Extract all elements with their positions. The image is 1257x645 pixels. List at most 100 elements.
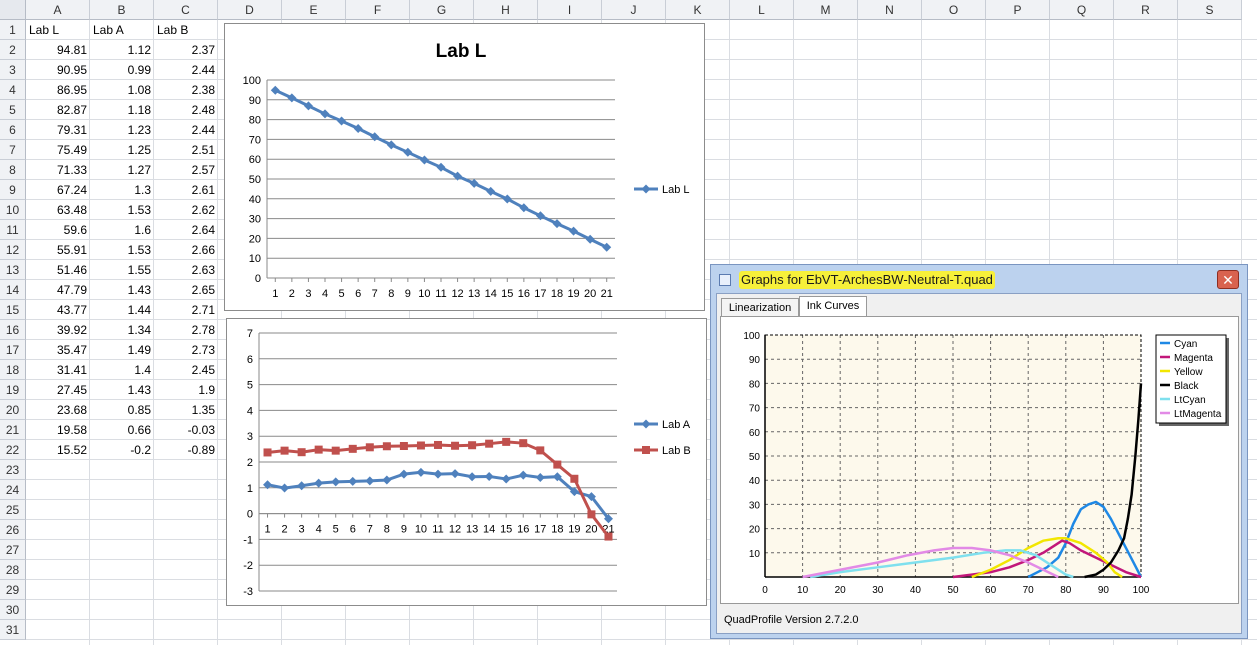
data-cell[interactable]: 1.4 — [90, 360, 154, 380]
data-cell[interactable]: 1.18 — [90, 100, 154, 120]
row-header-8[interactable]: 8 — [0, 160, 26, 180]
data-cell[interactable]: 47.79 — [26, 280, 90, 300]
data-cell[interactable]: 2.63 — [154, 260, 218, 280]
data-cell[interactable]: 1.34 — [90, 320, 154, 340]
column-header-c[interactable]: C — [154, 0, 218, 20]
tab-linearization[interactable]: Linearization — [721, 298, 799, 316]
data-cell[interactable]: 71.33 — [26, 160, 90, 180]
row-header-20[interactable]: 20 — [0, 400, 26, 420]
row-header-12[interactable]: 12 — [0, 240, 26, 260]
lab-ab-chart[interactable]: -3 -2 -1 0 1 2 3 4 5 6 7 1 2 3 4 5 6 7 8 9 10 11 12 13 14 15 16 17 1… — [226, 318, 707, 606]
data-cell[interactable]: 39.92 — [26, 320, 90, 340]
row-header-18[interactable]: 18 — [0, 360, 26, 380]
data-cell[interactable]: 2.48 — [154, 100, 218, 120]
data-cell[interactable]: 94.81 — [26, 40, 90, 60]
data-cell[interactable]: 2.64 — [154, 220, 218, 240]
column-header-r[interactable]: R — [1114, 0, 1178, 20]
row-header-27[interactable]: 27 — [0, 540, 26, 560]
data-cell[interactable]: 63.48 — [26, 200, 90, 220]
data-cell[interactable]: 1.53 — [90, 240, 154, 260]
data-cell[interactable]: 2.65 — [154, 280, 218, 300]
header-cell[interactable]: Lab L — [26, 20, 90, 40]
data-cell[interactable]: 2.73 — [154, 340, 218, 360]
column-header-f[interactable]: F — [346, 0, 410, 20]
data-cell[interactable]: 0.85 — [90, 400, 154, 420]
data-cell[interactable]: 2.44 — [154, 60, 218, 80]
data-cell[interactable]: 0.66 — [90, 420, 154, 440]
row-header-11[interactable]: 11 — [0, 220, 26, 240]
row-header-30[interactable]: 30 — [0, 600, 26, 620]
row-header-7[interactable]: 7 — [0, 140, 26, 160]
data-cell[interactable]: 2.45 — [154, 360, 218, 380]
header-cell[interactable]: Lab B — [154, 20, 218, 40]
row-header-2[interactable]: 2 — [0, 40, 26, 60]
row-header-21[interactable]: 21 — [0, 420, 26, 440]
column-header-l[interactable]: L — [730, 0, 794, 20]
row-header-28[interactable]: 28 — [0, 560, 26, 580]
data-cell[interactable]: 1.12 — [90, 40, 154, 60]
row-header-31[interactable]: 31 — [0, 620, 26, 640]
data-cell[interactable]: 2.51 — [154, 140, 218, 160]
data-cell[interactable]: 23.68 — [26, 400, 90, 420]
data-cell[interactable]: 2.62 — [154, 200, 218, 220]
column-header-m[interactable]: M — [794, 0, 858, 20]
data-cell[interactable]: 79.31 — [26, 120, 90, 140]
column-header-b[interactable]: B — [90, 0, 154, 20]
row-header-3[interactable]: 3 — [0, 60, 26, 80]
row-header-17[interactable]: 17 — [0, 340, 26, 360]
row-header-5[interactable]: 5 — [0, 100, 26, 120]
data-cell[interactable]: 19.58 — [26, 420, 90, 440]
data-cell[interactable]: 1.27 — [90, 160, 154, 180]
data-cell[interactable]: 86.95 — [26, 80, 90, 100]
data-cell[interactable]: 1.53 — [90, 200, 154, 220]
data-cell[interactable]: 1.9 — [154, 380, 218, 400]
window-title-bar[interactable]: Graphs for EbVT-ArchesBW-Neutral-T.quad … — [715, 268, 1243, 292]
column-header-k[interactable]: K — [666, 0, 730, 20]
column-header-j[interactable]: J — [602, 0, 666, 20]
column-header-e[interactable]: E — [282, 0, 346, 20]
tab-ink-curves[interactable]: Ink Curves — [799, 296, 867, 316]
row-header-10[interactable]: 10 — [0, 200, 26, 220]
data-cell[interactable]: -0.89 — [154, 440, 218, 460]
data-cell[interactable]: 51.46 — [26, 260, 90, 280]
row-header-29[interactable]: 29 — [0, 580, 26, 600]
row-header-15[interactable]: 15 — [0, 300, 26, 320]
data-cell[interactable]: 1.23 — [90, 120, 154, 140]
data-cell[interactable]: 1.08 — [90, 80, 154, 100]
data-cell[interactable]: 67.24 — [26, 180, 90, 200]
data-cell[interactable]: 15.52 — [26, 440, 90, 460]
column-header-n[interactable]: N — [858, 0, 922, 20]
data-cell[interactable]: 0.99 — [90, 60, 154, 80]
data-cell[interactable]: 2.38 — [154, 80, 218, 100]
column-header-d[interactable]: D — [218, 0, 282, 20]
data-cell[interactable]: 35.47 — [26, 340, 90, 360]
data-cell[interactable]: 2.57 — [154, 160, 218, 180]
row-header-6[interactable]: 6 — [0, 120, 26, 140]
row-header-13[interactable]: 13 — [0, 260, 26, 280]
data-cell[interactable]: 27.45 — [26, 380, 90, 400]
select-all-corner[interactable] — [0, 0, 26, 20]
column-header-h[interactable]: H — [474, 0, 538, 20]
row-header-1[interactable]: 1 — [0, 20, 26, 40]
data-cell[interactable]: 1.43 — [90, 280, 154, 300]
data-cell[interactable]: 1.3 — [90, 180, 154, 200]
data-cell[interactable]: 2.44 — [154, 120, 218, 140]
row-header-22[interactable]: 22 — [0, 440, 26, 460]
data-cell[interactable]: 2.37 — [154, 40, 218, 60]
row-header-25[interactable]: 25 — [0, 500, 26, 520]
data-cell[interactable]: 1.35 — [154, 400, 218, 420]
column-header-i[interactable]: I — [538, 0, 602, 20]
data-cell[interactable]: 59.6 — [26, 220, 90, 240]
data-cell[interactable]: 31.41 — [26, 360, 90, 380]
data-cell[interactable]: 1.49 — [90, 340, 154, 360]
row-header-14[interactable]: 14 — [0, 280, 26, 300]
data-cell[interactable]: 55.91 — [26, 240, 90, 260]
row-header-4[interactable]: 4 — [0, 80, 26, 100]
data-cell[interactable]: 2.61 — [154, 180, 218, 200]
data-cell[interactable]: 2.66 — [154, 240, 218, 260]
data-cell[interactable]: 1.44 — [90, 300, 154, 320]
column-header-a[interactable]: A — [26, 0, 90, 20]
row-header-9[interactable]: 9 — [0, 180, 26, 200]
data-cell[interactable]: 2.71 — [154, 300, 218, 320]
header-cell[interactable]: Lab A — [90, 20, 154, 40]
